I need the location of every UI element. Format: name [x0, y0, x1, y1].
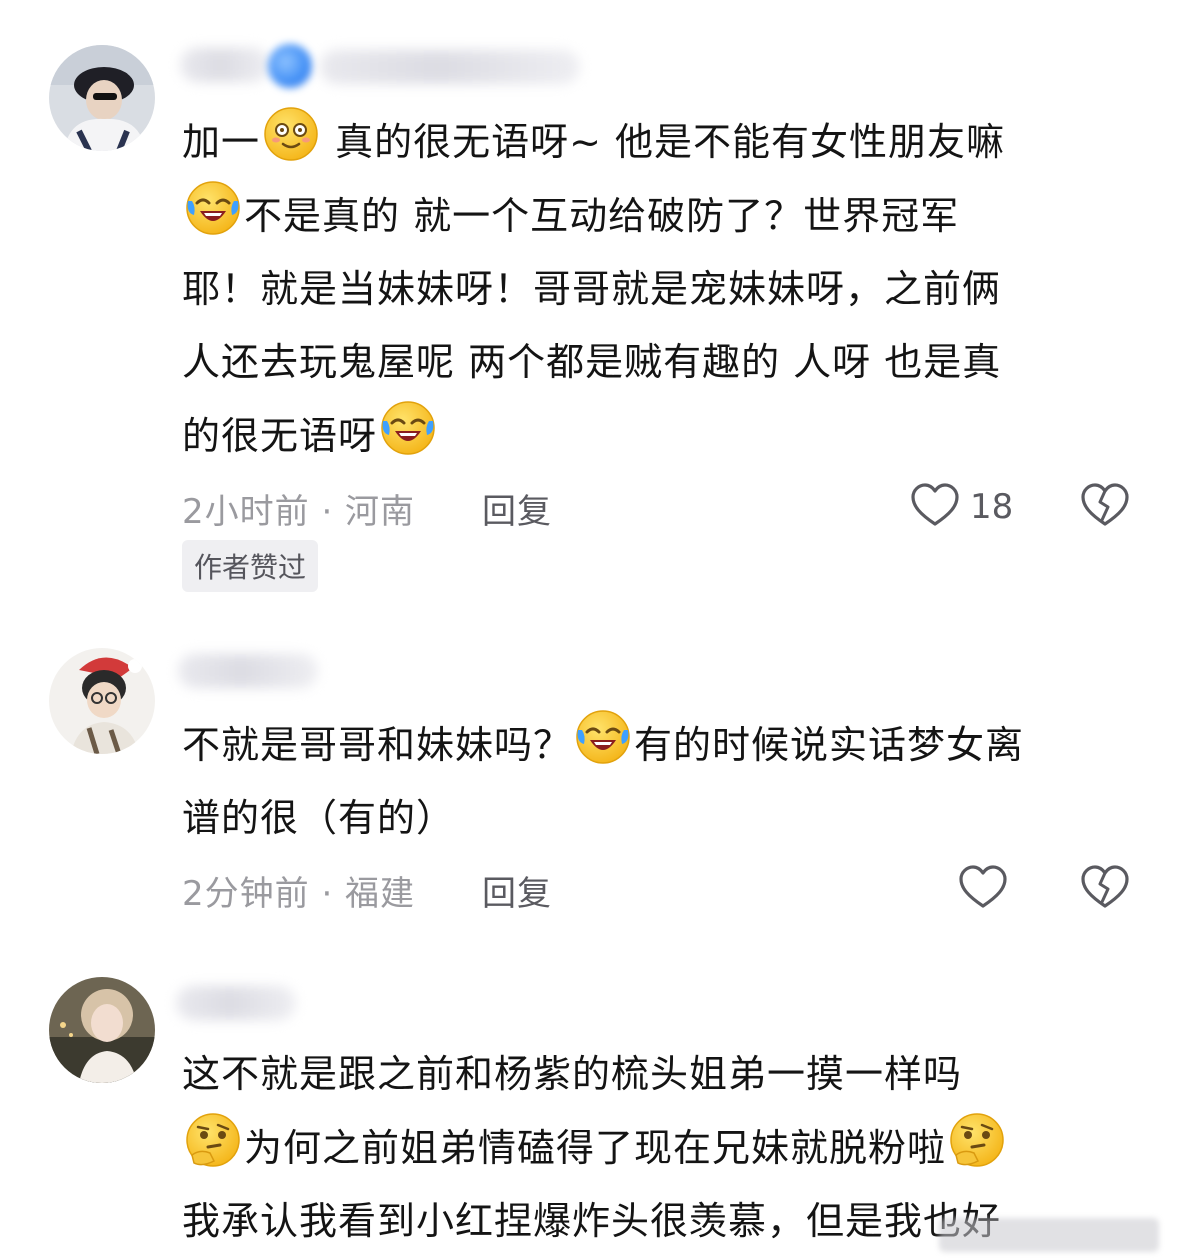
watermark — [939, 1218, 1159, 1252]
dislike-button[interactable] — [1080, 864, 1130, 914]
broken-heart-icon — [1080, 483, 1130, 532]
laugh-cry-emoji-icon — [379, 399, 437, 457]
avatar-image — [49, 45, 155, 151]
avatar[interactable] — [49, 648, 155, 754]
avatar-image — [49, 977, 155, 1083]
reply-button[interactable]: 回复 — [482, 484, 552, 533]
dislike-button[interactable] — [1080, 482, 1130, 532]
thinking-emoji-icon — [184, 1111, 242, 1169]
like-button[interactable]: 18 — [910, 482, 1013, 532]
comment-line: 谱的很（有的） — [182, 796, 456, 840]
username[interactable] — [178, 654, 318, 688]
like-button[interactable] — [958, 864, 1008, 914]
comment-line: 加一 真的很无语呀~ 他是不能有女性朋友嘛 — [182, 105, 1142, 179]
reply-button[interactable]: 回复 — [482, 866, 552, 915]
comment-line: 耶！就是当妹妹呀！哥哥就是宠妹妹呀，之前俩 — [182, 267, 1002, 311]
time-location: 2小时前 · 河南 — [182, 492, 416, 532]
smile-emoji-icon — [262, 105, 320, 163]
thinking-emoji-icon — [948, 1111, 1006, 1169]
comment-text: 加一 真的很无语呀~ 他是不能有女性朋友嘛 不是真的 就一个互动给破防了？世界冠… — [182, 105, 1142, 473]
laugh-cry-emoji-icon — [184, 179, 242, 237]
time-location: 2分钟前 · 福建 — [182, 874, 416, 914]
username-suffix — [320, 50, 580, 84]
broken-heart-icon — [1080, 865, 1130, 914]
avatar[interactable] — [49, 45, 155, 151]
username[interactable] — [180, 48, 270, 82]
avatar-image — [49, 648, 155, 754]
username[interactable] — [176, 986, 296, 1020]
laugh-cry-emoji-icon — [574, 708, 632, 766]
heart-icon — [910, 482, 960, 532]
comment-line: 的很无语呀 — [182, 399, 1142, 473]
comment-line: 人还去玩鬼屋呢 两个都是贼有趣的 人呀 也是真 — [182, 340, 1002, 384]
comment-line: 为何之前姐弟情磕得了现在兄妹就脱粉啦 — [182, 1111, 1142, 1185]
comment-line: 这不就是跟之前和杨紫的梳头姐弟一摸一样吗 — [182, 1052, 963, 1096]
like-count: 18 — [970, 487, 1014, 527]
avatar[interactable] — [49, 977, 155, 1083]
comment-line: 不是真的 就一个互动给破防了？世界冠军 — [182, 179, 1142, 253]
comment-text: 不就是哥哥和妹妹吗？ 有的时候说实话梦女离 谱的很（有的） — [182, 708, 1142, 855]
author-liked-badge: 作者赞过 — [182, 540, 319, 592]
heart-icon — [958, 864, 1008, 914]
comment-line: 不就是哥哥和妹妹吗？ 有的时候说实话梦女离 — [182, 708, 1142, 782]
vip-badge-icon — [268, 44, 312, 88]
